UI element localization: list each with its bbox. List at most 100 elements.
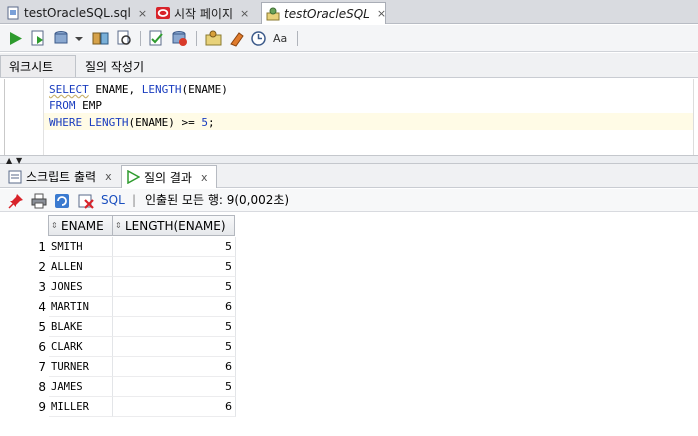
toolbar-separator bbox=[196, 31, 197, 46]
row-number: 1 bbox=[38, 240, 46, 254]
code-text: ; bbox=[207, 116, 215, 129]
tab-script-output[interactable]: 스크립트 출력 x bbox=[4, 165, 116, 188]
tab-worksheet[interactable]: 워크시트 bbox=[0, 55, 76, 77]
row-number: 3 bbox=[38, 280, 46, 294]
code-line-2[interactable]: FROM EMP bbox=[49, 97, 102, 114]
cell-ename[interactable]: MARTIN bbox=[49, 297, 113, 317]
tab-testoraclesql-sql[interactable]: testOracleSQL.sql × bbox=[2, 2, 151, 24]
sort-icon[interactable]: ⇕ bbox=[51, 222, 59, 230]
table-row[interactable]: 1 SMITH 5 bbox=[0, 237, 236, 257]
column-header-ename[interactable]: ⇕ ENAME bbox=[48, 215, 113, 236]
cancel-query-icon[interactable] bbox=[78, 193, 94, 209]
script-output-icon bbox=[8, 170, 22, 183]
row-number: 6 bbox=[38, 340, 46, 354]
cell-length[interactable]: 6 bbox=[113, 397, 236, 417]
table-row[interactable]: 6 CLARK 5 bbox=[0, 337, 236, 357]
close-icon[interactable]: x bbox=[105, 170, 112, 183]
pane-splitter[interactable]: ▲ ▼ bbox=[0, 155, 698, 165]
number-literal: 5 bbox=[201, 116, 208, 129]
close-icon[interactable]: x bbox=[201, 171, 208, 184]
table-row[interactable]: 7 TURNER 6 bbox=[0, 357, 236, 377]
rollback-icon[interactable] bbox=[171, 30, 188, 47]
cell-length[interactable]: 5 bbox=[113, 257, 236, 277]
tab-label: 질의 작성기 bbox=[85, 59, 145, 74]
code-line-1[interactable]: SELECT ENAME, LENGTH(ENAME) bbox=[49, 81, 228, 98]
sql-editor[interactable]: SELECT ENAME, LENGTH(ENAME) FROM EMP WHE… bbox=[0, 79, 698, 155]
editor-margin-line bbox=[693, 79, 694, 155]
cell-length[interactable]: 5 bbox=[113, 337, 236, 357]
code-line-3[interactable]: WHERE LENGTH(ENAME) >= 5; bbox=[49, 114, 215, 131]
code-text: EMP bbox=[75, 99, 102, 112]
tab-label: 스크립트 출력 bbox=[26, 170, 97, 184]
commit-icon[interactable] bbox=[53, 30, 70, 47]
cell-length[interactable]: 5 bbox=[113, 277, 236, 297]
column-header-label: LENGTH(ENAME) bbox=[125, 218, 226, 233]
pin-icon[interactable] bbox=[8, 193, 24, 209]
close-icon[interactable]: × bbox=[240, 7, 249, 20]
collapse-down-icon[interactable]: ▼ bbox=[16, 157, 22, 165]
keyword: LENGTH bbox=[88, 116, 129, 129]
row-number: 9 bbox=[38, 400, 46, 414]
explain-plan-icon[interactable] bbox=[92, 30, 109, 47]
close-icon[interactable]: × bbox=[138, 7, 147, 20]
run-script-icon[interactable] bbox=[30, 30, 47, 47]
tab-testoraclesql[interactable]: testOracleSQL × bbox=[261, 2, 386, 24]
tab-query-builder[interactable]: 질의 작성기 bbox=[77, 55, 152, 77]
tab-label: 시작 페이지 bbox=[174, 6, 234, 21]
column-header-label: ENAME bbox=[61, 218, 104, 233]
cell-length[interactable]: 5 bbox=[113, 377, 236, 397]
cell-ename[interactable]: SMITH bbox=[49, 237, 113, 257]
cell-ename[interactable]: MILLER bbox=[49, 397, 113, 417]
sort-icon[interactable]: ⇕ bbox=[115, 222, 123, 230]
tab-label: testOracleSQL.sql bbox=[24, 6, 131, 20]
table-row[interactable]: 9 MILLER 6 bbox=[0, 397, 236, 417]
cell-ename[interactable]: BLAKE bbox=[49, 317, 113, 337]
cell-ename[interactable]: ALLEN bbox=[49, 257, 113, 277]
tab-start-page[interactable]: 시작 페이지 × bbox=[152, 2, 253, 24]
result-toolbar: SQL | 인출된 모든 행: 9(0,002초) bbox=[0, 189, 698, 212]
svg-text:Aa: Aa bbox=[273, 32, 287, 45]
clear-icon[interactable] bbox=[228, 30, 245, 47]
run-statement-icon[interactable] bbox=[7, 30, 24, 47]
editor-tab-strip: testOracleSQL.sql × 시작 페이지 × testOracleS… bbox=[0, 0, 698, 24]
table-row[interactable]: 5 BLAKE 5 bbox=[0, 317, 236, 337]
dropdown-icon[interactable] bbox=[74, 30, 84, 47]
cell-length[interactable]: 5 bbox=[113, 237, 236, 257]
cell-length[interactable]: 5 bbox=[113, 317, 236, 337]
unshared-sql-icon[interactable] bbox=[205, 30, 222, 47]
cell-ename[interactable]: JONES bbox=[49, 277, 113, 297]
keyword: WHERE bbox=[49, 116, 83, 129]
cell-length[interactable]: 6 bbox=[113, 357, 236, 377]
refresh-icon[interactable] bbox=[54, 193, 70, 209]
sql-link[interactable]: SQL bbox=[101, 192, 125, 209]
results-grid[interactable]: ⇕ ENAME ⇕ LENGTH(ENAME) 1 SMITH 5 2 ALLEN 5 3 J… bbox=[0, 213, 698, 436]
row-number: 4 bbox=[38, 300, 46, 314]
cell-length[interactable]: 6 bbox=[113, 297, 236, 317]
cell-ename[interactable]: CLARK bbox=[49, 337, 113, 357]
cell-ename[interactable]: TURNER bbox=[49, 357, 113, 377]
sql-connection-icon bbox=[266, 7, 280, 20]
collapse-up-icon[interactable]: ▲ bbox=[6, 157, 12, 165]
row-number: 5 bbox=[38, 320, 46, 334]
print-icon[interactable] bbox=[31, 193, 47, 209]
cell-ename[interactable]: JAMES bbox=[49, 377, 113, 397]
column-header-length[interactable]: ⇕ LENGTH(ENAME) bbox=[112, 215, 235, 236]
toolbar-separator: | bbox=[132, 193, 137, 207]
toolbar-separator bbox=[140, 31, 141, 46]
table-row[interactable]: 4 MARTIN 6 bbox=[0, 297, 236, 317]
run-icon bbox=[127, 170, 140, 184]
sql-tuning-icon[interactable] bbox=[148, 30, 165, 47]
history-icon[interactable] bbox=[250, 30, 267, 47]
worksheet-subtabs: 워크시트 질의 작성기 bbox=[0, 53, 698, 78]
close-icon[interactable]: × bbox=[377, 7, 386, 20]
table-row[interactable]: 8 JAMES 5 bbox=[0, 377, 236, 397]
format-icon[interactable]: Aa bbox=[272, 30, 289, 47]
row-number: 7 bbox=[38, 360, 46, 374]
table-row[interactable]: 3 JONES 5 bbox=[0, 277, 236, 297]
output-tab-strip: 스크립트 출력 x 질의 결과 x bbox=[0, 164, 698, 188]
autotrace-icon[interactable] bbox=[116, 30, 133, 47]
tab-query-result[interactable]: 질의 결과 x bbox=[121, 165, 217, 188]
table-row[interactable]: 2 ALLEN 5 bbox=[0, 257, 236, 277]
toolbar-separator bbox=[297, 31, 298, 46]
